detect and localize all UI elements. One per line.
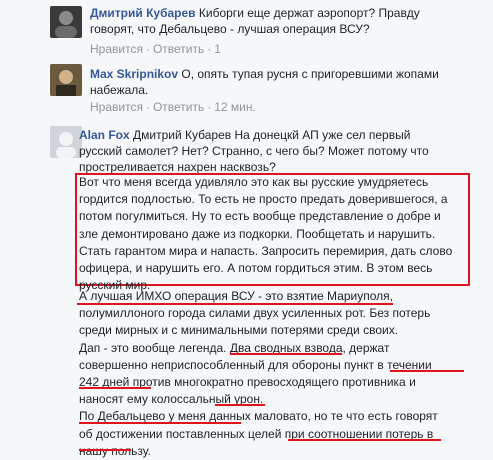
- paragraph-line: гордится подлостью. То есть не просто пр…: [79, 192, 448, 207]
- author-name[interactable]: Alan Fox: [79, 128, 130, 142]
- comment-2: Max Skripnikov О, опять тупая русня с пр…: [0, 60, 493, 116]
- comment-line: Дмитрий Кубарев На донецкй АП уже сел пе…: [129, 128, 411, 142]
- highlight-underline: [230, 353, 342, 355]
- like-link[interactable]: Нравится: [90, 100, 143, 114]
- comment-line: О, опять тупая русня с пригоревшими жопа…: [178, 67, 439, 81]
- comment-line: русский самолет? Нет? Странно, с чего бы…: [79, 144, 429, 158]
- timestamp[interactable]: 1: [214, 42, 221, 56]
- reply-link[interactable]: Ответить: [153, 42, 204, 56]
- comment-actions: Нравится · Ответить · 12 мин.: [90, 100, 256, 114]
- comment-text: Alan Fox Дмитрий Кубарев На донецкй АП у…: [79, 127, 429, 175]
- comment-line: Киборги еще держат аэропорт? Правду: [195, 6, 420, 20]
- paragraph-line: офицера, и нарушить его. А потом гордить…: [79, 261, 433, 276]
- comment-text: Max Skripnikov О, опять тупая русня с пр…: [90, 66, 439, 98]
- comment-actions: Нравится · Ответить · 1: [90, 42, 221, 56]
- avatar[interactable]: [50, 6, 82, 38]
- reply-link[interactable]: Ответить: [153, 100, 204, 114]
- highlight-underline: [288, 439, 441, 441]
- avatar[interactable]: [50, 126, 82, 158]
- comment-text: Дмитрий Кубарев Киборги еще держат аэроп…: [90, 5, 420, 37]
- highlight-underline: [79, 387, 151, 389]
- paragraph-line: потом погулмиться. Ну то есть вообще пре…: [79, 209, 441, 224]
- paragraph-line: А лучшая ИМХО операция ВСУ - это взятие …: [79, 289, 393, 303]
- highlight-underline: [215, 404, 265, 406]
- avatar[interactable]: [50, 64, 82, 96]
- author-name[interactable]: Max Skripnikov: [90, 67, 178, 81]
- highlight-underline: [79, 422, 241, 424]
- highlight-underline: [77, 303, 393, 305]
- comment-line: простреливается нахрен насквозь?: [79, 160, 276, 174]
- comment-line: набежала.: [90, 83, 149, 97]
- author-name[interactable]: Дмитрий Кубарев: [90, 6, 196, 20]
- comment-line: говорят, что Дебальцево - лучшая операци…: [90, 22, 370, 36]
- paragraph-line: Стать гарантом мира и напасть. Запросить…: [79, 243, 453, 258]
- boxed-paragraph: Вот что меня всегда удивляло это как вы …: [79, 174, 452, 294]
- paragraph-line: среди мирных и с минимальными потерями с…: [79, 323, 399, 338]
- paragraph-line: совершенно неприспособленный для обороны…: [79, 357, 432, 372]
- comment-1: Дмитрий Кубарев Киборги еще держат аэроп…: [0, 0, 493, 58]
- timestamp[interactable]: 12 мин.: [214, 100, 256, 114]
- like-link[interactable]: Нравится: [90, 42, 143, 56]
- paragraph-line: Вот что меня всегда удивляло это как вы …: [79, 175, 429, 189]
- highlight-underline: [390, 370, 464, 372]
- paragraph-line: зле демонтировано даже из подкорки. Пооб…: [79, 226, 436, 241]
- paragraph-line: полумиллоного города силами двух усиленн…: [79, 306, 431, 321]
- comment-paragraphs: А лучшая ИМХО операция ВСУ - это взятие …: [79, 288, 438, 460]
